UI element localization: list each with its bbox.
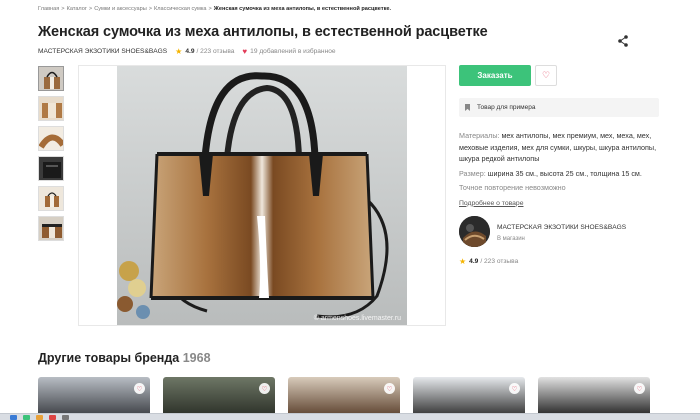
seller-store-link[interactable]: В магазин <box>497 236 525 242</box>
seller-card[interactable]: МАСТЕРСКАЯ ЭКЗОТИКИ SHOES&BAGS В магазин <box>459 216 669 250</box>
product-card[interactable]: ♡ <box>538 377 650 417</box>
heart-icon[interactable]: ♡ <box>259 383 270 394</box>
thumbnail-3[interactable] <box>38 126 64 151</box>
materials-label: Материалы: <box>459 131 500 140</box>
size-label: Размер: <box>459 168 486 178</box>
breadcrumb-item-classic-bag[interactable]: Классическая сумка <box>154 6 207 12</box>
rating-value: 4.9 <box>185 48 195 55</box>
heart-icon: ♥ <box>242 47 248 56</box>
start-icon[interactable] <box>10 414 17 420</box>
app-icon[interactable] <box>62 414 69 420</box>
exact-copy-note: Точное повторение невозможно <box>459 183 566 192</box>
star-icon: ★ <box>175 47 183 56</box>
seller-rating: ★ 4.9 / 223 отзыва <box>459 257 518 266</box>
other-products-heading: Другие товары бренда 1968 <box>38 351 211 365</box>
product-meta: МАСТЕРСКАЯ ЭКЗОТИКИ SHOES&BAGS ★ 4.9 / 2… <box>38 47 336 56</box>
seller-reviews-link[interactable]: / 223 отзыва <box>480 258 518 265</box>
page-title: Женская сумочка из меха антилопы, в есте… <box>38 24 488 40</box>
product-card[interactable]: ♡ <box>413 377 525 417</box>
breadcrumb: Главная > Каталог > Сумки и аксессуары > Класс… <box>38 6 392 12</box>
seller-name[interactable]: МАСТЕРСКАЯ ЭКЗОТИКИ SHOES&BAGS <box>497 224 626 231</box>
product-card[interactable]: ♡ <box>163 377 275 417</box>
heart-icon[interactable]: ♡ <box>134 383 145 394</box>
size-value: ширина 35 см., высота 25 см., толщина 15… <box>487 168 642 178</box>
breadcrumb-item-catalog[interactable]: Каталог <box>67 6 87 12</box>
thumbnail-1[interactable] <box>38 66 64 91</box>
star-icon: ★ <box>459 257 467 266</box>
thumbnail-4[interactable] <box>38 156 64 181</box>
app-icon[interactable] <box>36 414 43 420</box>
thumbnail-5[interactable] <box>38 186 64 211</box>
order-button[interactable]: Заказать <box>459 65 531 86</box>
product-card[interactable]: ♡ <box>38 377 150 417</box>
app-icon[interactable] <box>49 414 56 420</box>
seller-avatar[interactable] <box>459 216 490 247</box>
sample-item-notice: Товар для примера <box>459 98 659 117</box>
heart-icon: ♡ <box>541 70 551 80</box>
heart-icon[interactable]: ♡ <box>384 383 395 394</box>
bookmark-icon <box>465 104 470 111</box>
more-details-link[interactable]: Подробнее о товаре <box>459 198 664 210</box>
app-icon[interactable] <box>23 414 30 420</box>
os-taskbar <box>0 413 700 420</box>
add-to-favorites-button[interactable]: ♡ <box>535 65 557 86</box>
favorites-count: 19 добавлений в избранное <box>250 48 336 55</box>
seller-rating-value: 4.9 <box>469 258 479 265</box>
heart-icon[interactable]: ♡ <box>509 383 520 394</box>
size-row: Размер: ширина 35 см., высота 25 см., то… <box>459 168 664 180</box>
heart-icon[interactable]: ♡ <box>634 383 645 394</box>
shop-name-link[interactable]: МАСТЕРСКАЯ ЭКЗОТИКИ SHOES&BAGS <box>38 48 167 55</box>
product-details: Материалы: мех антилопы, мех премиум, ме… <box>459 130 664 212</box>
other-products-count: 1968 <box>182 351 211 365</box>
sample-item-label: Товар для примера <box>477 104 536 111</box>
product-card[interactable]: ♡ <box>288 377 400 417</box>
materials-row: Материалы: мех антилопы, мех премиум, ме… <box>459 130 664 165</box>
image-watermark: © armenshoes.livemaster.ru <box>313 315 401 322</box>
thumbnail-list <box>38 66 64 246</box>
thumbnail-6[interactable] <box>38 216 64 241</box>
other-products-title: Другие товары бренда <box>38 351 180 365</box>
breadcrumb-item-current: Женская сумочка из меха антилопы, в есте… <box>213 6 392 12</box>
share-icon[interactable] <box>616 34 630 48</box>
reviews-link[interactable]: / 223 отзыва <box>197 48 235 55</box>
breadcrumb-item-home[interactable]: Главная <box>38 6 59 12</box>
breadcrumb-item-bags[interactable]: Сумки и аксессуары <box>94 6 147 12</box>
other-products-list: ♡ ♡ ♡ ♡ ♡ <box>38 377 663 417</box>
thumbnail-2[interactable] <box>38 96 64 121</box>
main-product-image[interactable]: © armenshoes.livemaster.ru <box>78 65 446 326</box>
